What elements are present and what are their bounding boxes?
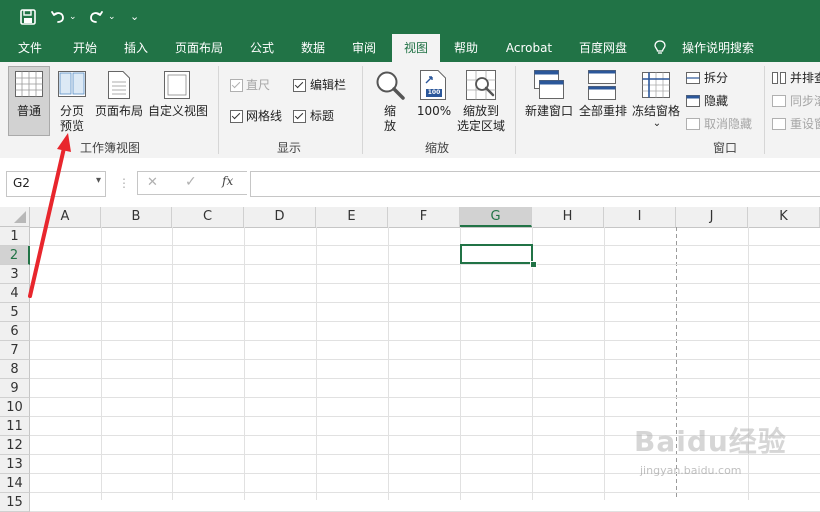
watermark-url: jingyan.baidu.com (640, 464, 742, 477)
watermark-logo: Baidu经验 (634, 425, 787, 458)
